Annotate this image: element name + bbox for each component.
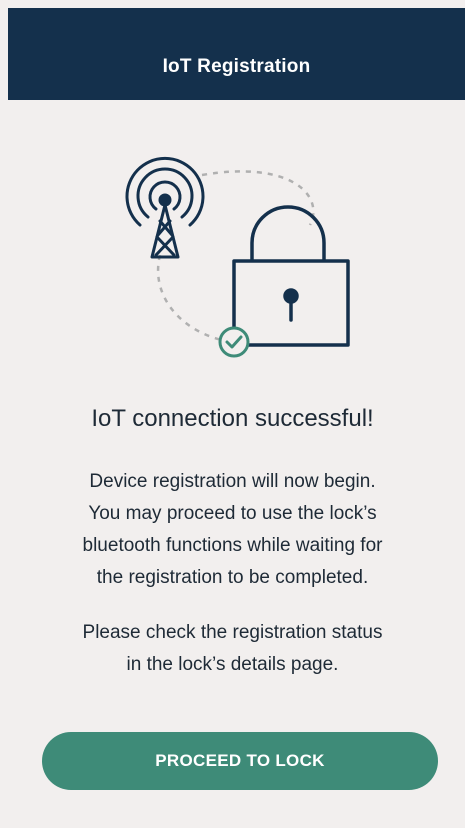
message-line: the registration to be completed. xyxy=(96,567,369,588)
screen: IoT Registration IoT connection successf… xyxy=(0,0,465,828)
message-line: bluetooth functions while waiting for xyxy=(82,535,383,556)
connection-path xyxy=(201,170,315,226)
message-line: in the lock’s details page. xyxy=(126,654,339,675)
iot-connection-illustration xyxy=(110,155,360,370)
registration-message: Device registration will now begin. You … xyxy=(30,466,435,594)
success-heading: IoT connection successful! xyxy=(91,405,374,432)
antenna-tower-icon xyxy=(125,156,205,259)
proceed-to-lock-button[interactable]: PROCEED TO LOCK xyxy=(42,732,438,790)
status-message: Please check the registration status in … xyxy=(30,617,435,681)
page-title: IoT Registration xyxy=(162,56,311,77)
app-header: IoT Registration xyxy=(8,8,465,100)
check-circle-icon xyxy=(218,326,250,358)
message-line: Please check the registration status xyxy=(82,622,383,643)
message-line: Device registration will now begin. xyxy=(89,471,376,492)
connection-path-lower xyxy=(156,254,223,342)
message-line: You may proceed to use the lock’s xyxy=(88,503,377,524)
padlock-icon xyxy=(232,205,350,347)
